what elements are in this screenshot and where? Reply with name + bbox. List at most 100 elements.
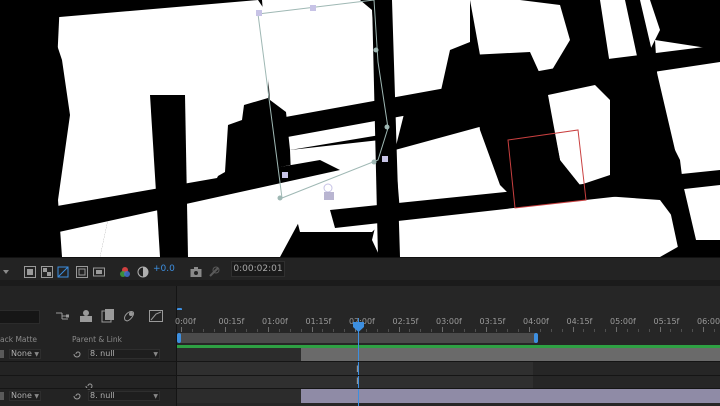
ruler-minor-tick (605, 329, 607, 332)
ruler-minor-tick (518, 329, 520, 332)
row-separator (0, 361, 720, 362)
channel-dropdown-icon[interactable] (2, 263, 10, 275)
layer-duration-bar[interactable] (301, 348, 720, 362)
layer-row[interactable]: None ▼ 8. null ▼ (0, 389, 176, 403)
current-time-indicator-head[interactable] (353, 317, 364, 332)
timeline-panel: ack Matte Parent & Link None ▼ 8. null ▼… (0, 286, 720, 406)
composition-viewer[interactable] (0, 0, 720, 257)
track-matte-dropdown[interactable]: None ▼ (9, 349, 41, 359)
ruler-minor-tick (713, 329, 715, 332)
ruler-minor-tick (333, 329, 335, 332)
ruler-minor-tick (344, 329, 346, 332)
layer-switch-icon[interactable] (0, 392, 4, 400)
ruler-tick (311, 327, 313, 332)
path-vertex-point (384, 124, 390, 130)
chevron-down-icon: ▼ (153, 351, 158, 358)
ruler-tick-label: 00:15f (218, 317, 245, 326)
track-matte-value: None (11, 349, 32, 358)
path-vertex-point (373, 47, 379, 53)
layer-duration-bar (177, 362, 533, 376)
path-vertex-handle (282, 172, 288, 178)
ruler-minor-tick (626, 329, 628, 332)
layer-graph-icon[interactable] (100, 308, 116, 324)
time-ruler[interactable]: 0:00f 00:15f 01:00f 01:15f 02:00f 02:15f 03:00… (175, 310, 720, 332)
column-header-row: ack Matte Parent & Link (0, 334, 176, 346)
ruler-minor-tick (539, 329, 541, 332)
comp-flowchart-icon[interactable] (54, 308, 70, 324)
ruler-tick-label: 05:15f (653, 317, 680, 326)
parent-link-value: 8. null (90, 391, 115, 400)
ruler-minor-tick (365, 329, 367, 332)
ruler-tick (703, 327, 704, 332)
track-matte-column-header[interactable]: ack Matte (0, 334, 37, 346)
row-separator (0, 375, 720, 376)
path-vertex-handle (382, 156, 388, 162)
row-separator (0, 388, 720, 389)
snapshot-camera-icon[interactable] (190, 263, 202, 277)
ruler-minor-tick (583, 329, 585, 332)
layer-search-input[interactable] (0, 310, 40, 324)
ruler-tick-label: 0:00f (175, 317, 196, 326)
show-snapshot-icon[interactable] (208, 263, 220, 277)
pick-whip-icon[interactable] (72, 391, 82, 401)
safe-zones-icon[interactable] (76, 263, 88, 278)
ruler-minor-tick (550, 329, 552, 332)
ruler-minor-tick (463, 329, 465, 332)
ruler-minor-tick (637, 329, 639, 332)
graph-editor-icon[interactable] (148, 308, 164, 324)
fast-previews-icon[interactable] (93, 263, 105, 277)
pick-whip-icon[interactable] (84, 376, 94, 390)
mask-visibility-icon[interactable] (57, 263, 69, 278)
parent-link-column-header[interactable]: Parent & Link (72, 334, 122, 346)
ruler-tick-label: 05:00f (610, 317, 636, 326)
path-vertex-handle (256, 10, 262, 16)
path-vertex-point (277, 195, 283, 201)
chevron-down-icon: ▼ (34, 351, 39, 358)
work-area-start-handle[interactable] (177, 333, 181, 343)
ruler-minor-tick (376, 329, 378, 332)
track-matte-dropdown[interactable]: None ▼ (9, 391, 41, 401)
ruler-tick (485, 327, 487, 332)
path-vertex-point (371, 159, 377, 165)
color-channels-icon[interactable] (119, 263, 131, 277)
ruler-minor-tick (452, 329, 454, 332)
work-area-end-handle[interactable] (534, 333, 538, 343)
ruler-minor-tick (431, 329, 433, 332)
ruler-tick (659, 327, 661, 332)
ruler-minor-tick (648, 329, 650, 332)
current-time-display[interactable]: 0:00:02:01 (231, 261, 285, 277)
pick-whip-icon[interactable] (72, 349, 82, 359)
layer-track (177, 389, 720, 403)
layer-track (177, 362, 720, 376)
exposure-value[interactable]: +0.0 (153, 263, 175, 275)
ruler-tick (616, 327, 617, 332)
layer-switch-icon[interactable] (0, 350, 4, 358)
ruler-tick-label: 03:00f (436, 317, 462, 326)
parent-link-dropdown[interactable]: 8. null ▼ (88, 391, 160, 401)
ruler-tick-label: 03:15f (479, 317, 506, 326)
transparency-grid-icon[interactable] (41, 263, 53, 278)
ruler-minor-tick (692, 329, 694, 332)
ruler-minor-tick (235, 329, 237, 332)
ruler-minor-tick (507, 329, 509, 332)
track-matte-value: None (11, 391, 32, 400)
composition-toolbar: +0.0 0:00:02:01 (0, 257, 720, 280)
layer-duration-bar[interactable] (301, 389, 720, 403)
layer-row[interactable]: None ▼ 8. null ▼ (0, 347, 176, 361)
ruler-tick-label: 01:00f (262, 317, 288, 326)
motion-blur-icon[interactable] (121, 308, 137, 324)
ruler-minor-tick (257, 329, 259, 332)
ruler-minor-tick (409, 329, 411, 332)
region-of-interest-icon[interactable] (24, 263, 36, 278)
ruler-minor-tick (474, 329, 476, 332)
ruler-minor-tick (681, 329, 683, 332)
ruler-minor-tick (191, 329, 193, 332)
ruler-minor-tick (213, 329, 215, 332)
chevron-down-icon: ▼ (34, 393, 39, 400)
exposure-icon[interactable] (137, 263, 149, 278)
chevron-down-icon: ▼ (153, 393, 158, 400)
ruler-tick (529, 327, 530, 332)
parent-link-dropdown[interactable]: 8. null ▼ (88, 349, 160, 359)
draft-3d-icon[interactable] (78, 308, 94, 324)
ruler-tick (572, 327, 574, 332)
